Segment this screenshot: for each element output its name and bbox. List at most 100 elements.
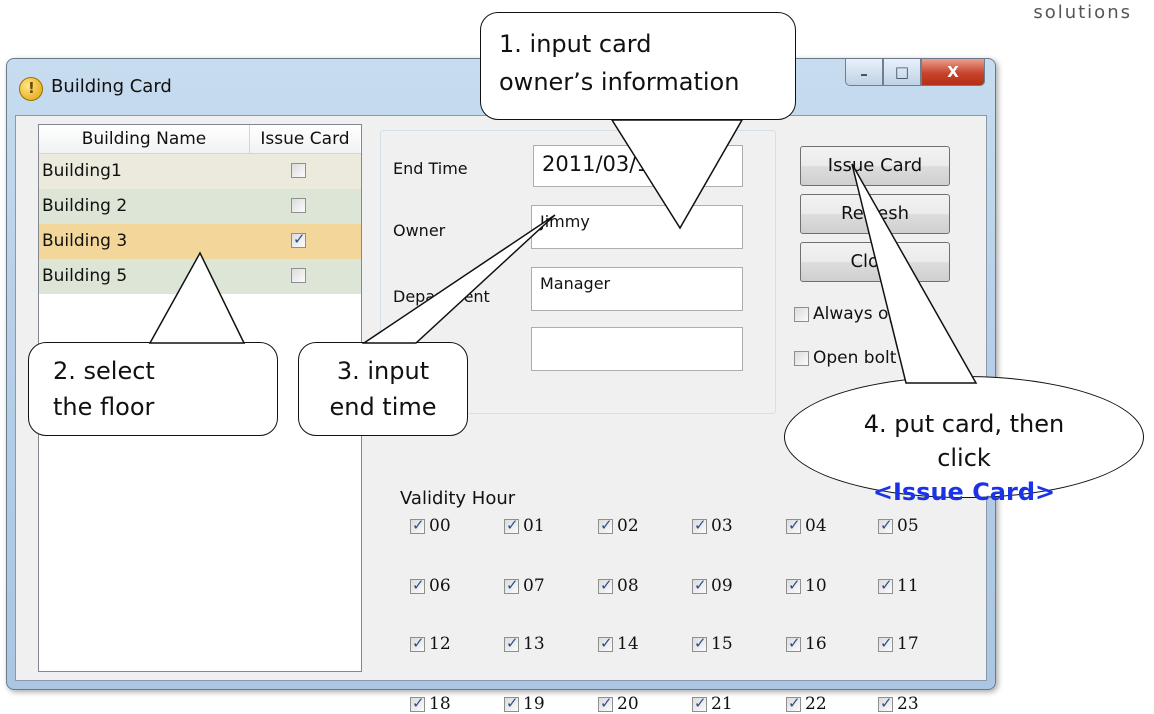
checkbox[interactable] — [692, 634, 707, 652]
end-time-label: End Time — [393, 159, 468, 178]
checkbox[interactable] — [878, 634, 893, 652]
checkbox[interactable] — [504, 634, 519, 652]
column-building-name[interactable]: Building Name — [39, 125, 250, 153]
callout-select-floor: 2. select the floor — [28, 342, 278, 436]
validity-hour-label: Validity Hour — [400, 488, 516, 509]
hour-checkbox-10[interactable]: 10 — [786, 576, 827, 596]
hour-checkbox-02[interactable]: 02 — [598, 516, 639, 536]
hour-label: 10 — [805, 576, 827, 596]
checkbox[interactable] — [692, 694, 707, 712]
close-window-button[interactable]: X — [921, 59, 985, 86]
hour-label: 15 — [711, 634, 733, 654]
hour-checkbox-18[interactable]: 18 — [410, 694, 451, 714]
list-row-selected[interactable]: Building 3 — [39, 224, 361, 259]
hour-label: 22 — [805, 694, 827, 714]
hour-label: 05 — [897, 516, 919, 536]
hour-checkbox-22[interactable]: 22 — [786, 694, 827, 714]
callout-text: 4. put card, then — [863, 410, 1065, 438]
hour-checkbox-14[interactable]: 14 — [598, 634, 639, 654]
callout-text: end time — [329, 393, 437, 421]
issue-card-checkbox[interactable] — [291, 198, 306, 213]
checkbox[interactable] — [692, 516, 707, 534]
checkbox[interactable] — [786, 516, 801, 534]
hour-checkbox-04[interactable]: 04 — [786, 516, 827, 536]
issue-card-checkbox[interactable] — [291, 268, 306, 283]
checkbox[interactable] — [504, 516, 519, 534]
checkbox[interactable] — [598, 576, 613, 594]
issue-card-highlight: <Issue Card> — [872, 478, 1056, 506]
hour-checkbox-19[interactable]: 19 — [504, 694, 545, 714]
hour-checkbox-16[interactable]: 16 — [786, 634, 827, 654]
hour-checkbox-07[interactable]: 07 — [504, 576, 545, 596]
checkbox[interactable] — [786, 576, 801, 594]
checkbox[interactable] — [598, 516, 613, 534]
column-issue-card[interactable]: Issue Card — [250, 125, 360, 153]
maximize-button[interactable]: □ — [883, 59, 921, 86]
open-bolt-option[interactable]: Open bolt — [794, 348, 896, 368]
callout-text: 2. select — [53, 357, 155, 385]
checkbox[interactable] — [878, 576, 893, 594]
callout-text: 1. input card — [499, 30, 652, 58]
issue-card-button[interactable]: Issue Card — [800, 146, 950, 186]
building-name: Building1 — [42, 161, 122, 181]
checkbox[interactable] — [878, 694, 893, 712]
extra-input[interactable] — [531, 327, 743, 371]
hour-checkbox-17[interactable]: 17 — [878, 634, 919, 654]
building-name: Building 5 — [42, 266, 128, 286]
issue-card-checkbox[interactable] — [291, 163, 306, 178]
checkbox[interactable] — [598, 634, 613, 652]
hour-label: 16 — [805, 634, 827, 654]
hour-label: 14 — [617, 634, 639, 654]
owner-label: Owner — [393, 221, 446, 240]
always-open-option[interactable]: Always open — [794, 304, 920, 324]
building-name: Building 2 — [42, 196, 128, 216]
hour-checkbox-11[interactable]: 11 — [878, 576, 919, 596]
hour-checkbox-01[interactable]: 01 — [504, 516, 545, 536]
hour-checkbox-23[interactable]: 23 — [878, 694, 919, 714]
department-input[interactable]: Manager — [531, 267, 743, 311]
checkbox[interactable] — [504, 576, 519, 594]
checkbox[interactable] — [786, 694, 801, 712]
hour-label: 04 — [805, 516, 827, 536]
hour-label: 06 — [429, 576, 451, 596]
checkbox[interactable] — [504, 694, 519, 712]
hour-checkbox-05[interactable]: 05 — [878, 516, 919, 536]
checkbox[interactable] — [786, 634, 801, 652]
checkbox[interactable] — [598, 694, 613, 712]
list-row[interactable]: Building 5 — [39, 259, 361, 294]
hour-label: 19 — [523, 694, 545, 714]
hour-checkbox-21[interactable]: 21 — [692, 694, 733, 714]
close-icon: X — [947, 63, 959, 81]
issue-card-checkbox[interactable] — [291, 230, 306, 248]
checkbox[interactable] — [410, 576, 425, 594]
hour-checkbox-12[interactable]: 12 — [410, 634, 451, 654]
hour-label: 20 — [617, 694, 639, 714]
end-time-picker[interactable]: 2011/03/15 — [533, 145, 743, 187]
hour-checkbox-09[interactable]: 09 — [692, 576, 733, 596]
hour-checkbox-06[interactable]: 06 — [410, 576, 451, 596]
close-button[interactable]: Close — [800, 242, 950, 282]
checkbox[interactable] — [410, 694, 425, 712]
department-label: Department — [393, 287, 490, 306]
checkbox[interactable] — [410, 634, 425, 652]
hour-label: 18 — [429, 694, 451, 714]
list-row[interactable]: Building1 — [39, 154, 361, 189]
checkbox[interactable] — [410, 516, 425, 534]
hour-checkbox-13[interactable]: 13 — [504, 634, 545, 654]
list-row[interactable]: Building 2 — [39, 189, 361, 224]
hour-checkbox-15[interactable]: 15 — [692, 634, 733, 654]
always-open-checkbox[interactable] — [794, 306, 809, 322]
open-bolt-checkbox[interactable] — [794, 350, 809, 366]
maximize-icon: □ — [894, 63, 910, 81]
checkbox[interactable] — [692, 576, 707, 594]
minimize-button[interactable]: – — [845, 59, 883, 86]
checkbox[interactable] — [878, 516, 893, 534]
hour-checkbox-20[interactable]: 20 — [598, 694, 639, 714]
hour-label: 00 — [429, 516, 451, 536]
hour-checkbox-00[interactable]: 00 — [410, 516, 451, 536]
hour-checkbox-08[interactable]: 08 — [598, 576, 639, 596]
refresh-button[interactable]: Refresh — [800, 194, 950, 234]
owner-input[interactable]: Jimmy — [531, 205, 743, 249]
callout-text: the floor — [53, 393, 155, 421]
hour-checkbox-03[interactable]: 03 — [692, 516, 733, 536]
